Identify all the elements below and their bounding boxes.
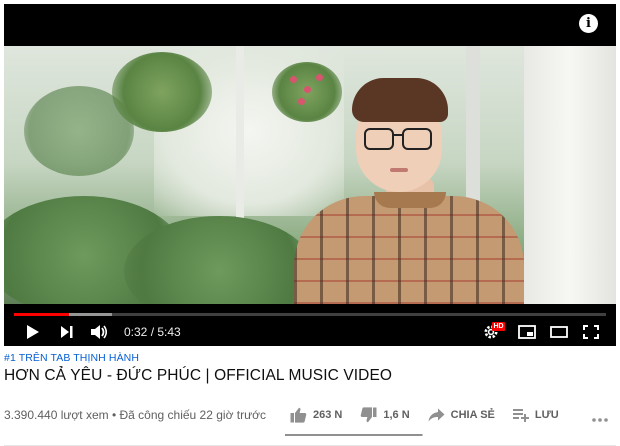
curtain: [524, 46, 616, 304]
fullscreen-button[interactable]: [576, 325, 606, 339]
dislike-button[interactable]: 1,6 N: [360, 407, 410, 423]
video-title: HƠN CẢ YÊU - ĐỨC PHÚC | OFFICIAL MUSIC V…: [4, 367, 393, 384]
progress-bar[interactable]: [14, 313, 606, 316]
fullscreen-icon: [583, 325, 599, 339]
video-player[interactable]: i 0:32 / 5:43 HD: [4, 4, 616, 346]
duration: 5:43: [157, 325, 181, 339]
trending-hashtag[interactable]: #1 TRÊN TAB THỊNH HÀNH: [4, 352, 616, 364]
thumb-up-icon: [290, 407, 307, 423]
thumb-down-icon: [361, 407, 377, 423]
sentiment-like-fill: [285, 434, 423, 436]
theater-icon: [550, 326, 568, 338]
sentiment-bar: [285, 434, 423, 436]
played-bar: [14, 313, 70, 316]
glasses-bridge: [392, 134, 402, 136]
singer: [294, 68, 524, 304]
save-label: LƯU: [534, 409, 559, 421]
miniplayer-button[interactable]: [512, 325, 542, 339]
hanging-plant: [112, 52, 212, 132]
collar: [374, 192, 446, 208]
playlist-add-icon: [512, 409, 529, 422]
miniplayer-icon: [518, 325, 536, 339]
share-label: CHIA SẺ: [450, 409, 495, 421]
glasses: [364, 128, 394, 150]
hd-badge: HD: [492, 322, 506, 331]
video-stats-row: 3.390.440 lượt xem • Đã công chiếu 22 gi…: [4, 404, 616, 426]
settings-button[interactable]: HD: [476, 322, 506, 340]
premiere-date: • Đã công chiếu 22 giờ trước: [108, 408, 267, 422]
view-count: 3.390.440 lượt xem: [4, 408, 109, 422]
plaid-sweater: [294, 196, 524, 304]
current-time: 0:32: [124, 325, 148, 339]
dislike-count: 1,6 N: [383, 409, 410, 421]
info-icon[interactable]: i: [579, 14, 598, 33]
play-icon: [27, 325, 39, 339]
save-button[interactable]: LƯU: [512, 408, 559, 422]
share-button[interactable]: CHIA SẺ: [428, 408, 495, 422]
next-button[interactable]: [54, 325, 80, 339]
next-icon: [61, 326, 73, 338]
play-button[interactable]: [18, 324, 48, 340]
like-count: 263 N: [313, 409, 343, 421]
video-frame[interactable]: [4, 46, 616, 304]
theater-button[interactable]: [544, 326, 574, 338]
time-separator: /: [147, 325, 158, 339]
like-button[interactable]: 263 N: [290, 407, 342, 423]
view-info: 3.390.440 lượt xem • Đã công chiếu 22 gi…: [4, 408, 266, 422]
glasses: [402, 128, 432, 150]
more-icon: [592, 418, 608, 422]
player-controls: 0:32 / 5:43 HD: [4, 318, 616, 346]
time-display: 0:32 / 5:43: [124, 325, 181, 339]
action-buttons: 263 N 1,6 N CHIA SẺ LƯU: [290, 404, 577, 426]
more-button[interactable]: [592, 409, 608, 427]
hair: [352, 78, 448, 122]
mouth: [390, 168, 408, 172]
share-icon: [428, 408, 445, 422]
video-info: #1 TRÊN TAB THỊNH HÀNH HƠN CẢ YÊU - ĐỨC …: [4, 352, 616, 436]
volume-button[interactable]: [86, 324, 112, 340]
volume-icon: [91, 325, 108, 339]
